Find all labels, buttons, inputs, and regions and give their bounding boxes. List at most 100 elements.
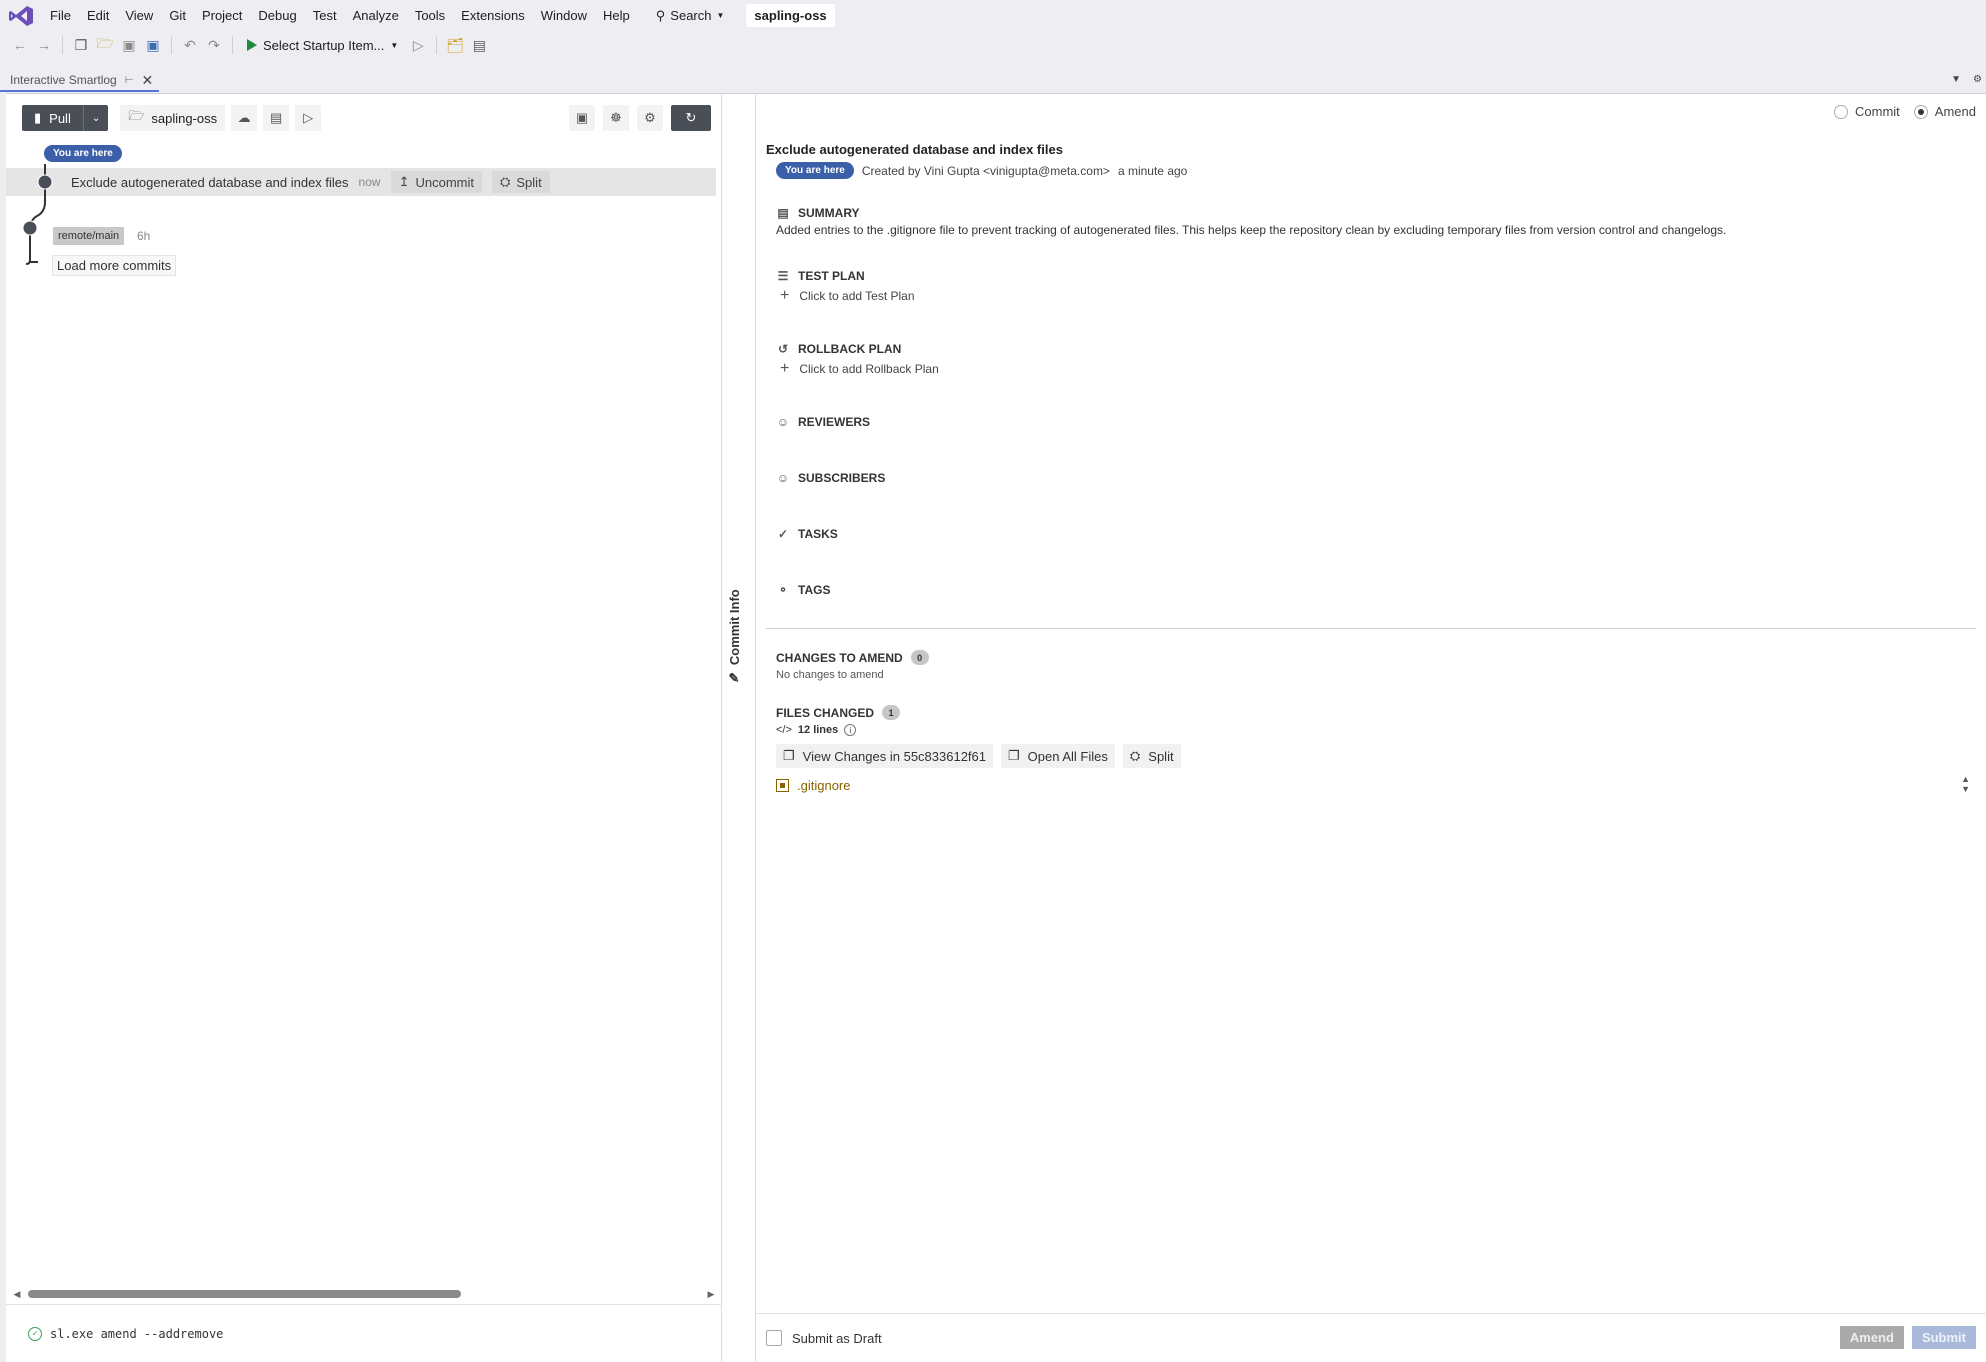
subscribers-section[interactable]: ☺ SUBSCRIBERS: [776, 471, 886, 485]
pull-button[interactable]: ▮ Pull: [22, 105, 84, 131]
new-project-icon[interactable]: ❐: [71, 35, 91, 55]
amend-button[interactable]: Amend: [1839, 1326, 1904, 1349]
run-button[interactable]: ▷: [295, 105, 322, 131]
changes-to-amend-section: CHANGES TO AMEND 0 No changes to amend: [776, 650, 929, 681]
tags-section[interactable]: ⚬ TAGS: [776, 583, 830, 597]
you-are-here-badge: You are here: [776, 162, 854, 179]
play-icon: [247, 39, 257, 51]
split-icon: ⛭: [499, 174, 511, 189]
commit-mode-radio[interactable]: Commit: [1834, 104, 1900, 119]
back-icon[interactable]: ←: [10, 35, 30, 55]
chevron-down-icon[interactable]: ▼: [1951, 74, 1961, 85]
startup-item-button[interactable]: Select Startup Item... ▼: [241, 38, 404, 53]
commit-info-tab[interactable]: ✎ Commit Info: [726, 589, 742, 685]
menu-view[interactable]: View: [117, 0, 161, 31]
repo-button[interactable]: 🗁 sapling-oss: [120, 105, 226, 131]
save-all-icon[interactable]: ▣: [143, 35, 163, 55]
menu-tools[interactable]: Tools: [407, 0, 453, 31]
commit-title[interactable]: Exclude autogenerated database and index…: [766, 142, 1063, 157]
start-without-debug-icon[interactable]: ▷: [408, 35, 428, 55]
submit-button[interactable]: Submit: [1911, 1326, 1976, 1349]
undo-icon[interactable]: ↶: [180, 35, 200, 55]
bug-button[interactable]: ☸: [603, 105, 629, 131]
checkbox[interactable]: [766, 1330, 782, 1346]
arrow-down-icon[interactable]: ▼: [1961, 784, 1970, 794]
menu-analyze[interactable]: Analyze: [345, 0, 407, 31]
radio-button-checked[interactable]: [1913, 104, 1928, 119]
close-icon[interactable]: ✕: [141, 72, 153, 89]
commit-graph: You are here Exclude autogenerated datab…: [6, 142, 721, 292]
files-heading: FILES CHANGED 1: [776, 705, 1181, 720]
scroll-left-icon[interactable]: ◀: [10, 1289, 24, 1300]
open-folder-icon[interactable]: 🗁: [95, 35, 115, 55]
file-name[interactable]: .gitignore: [797, 778, 850, 793]
pull-dropdown-button[interactable]: ⌄: [84, 105, 108, 131]
plus-icon: +: [780, 360, 790, 377]
fullscreen-button[interactable]: ▣: [569, 105, 595, 131]
folder-view-icon[interactable]: 🗂: [445, 35, 465, 55]
chevron-down-icon: ⌄: [91, 112, 101, 124]
menu-help[interactable]: Help: [595, 0, 638, 31]
uncommit-label: Uncommit: [415, 174, 474, 190]
refresh-button[interactable]: ↻: [671, 105, 711, 131]
menu-file[interactable]: File: [42, 0, 79, 31]
menu-extensions[interactable]: Extensions: [453, 0, 533, 31]
scroll-right-icon[interactable]: ▶: [704, 1289, 718, 1300]
document-tab-strip: Interactive Smartlog ⊢ ✕ ▼ ⚙: [0, 70, 1986, 92]
search-box[interactable]: ⚲ Search ▼: [648, 8, 733, 24]
plus-icon: +: [780, 287, 790, 304]
menu-edit[interactable]: Edit: [79, 0, 117, 31]
amend-mode-radio[interactable]: Amend: [1913, 104, 1976, 119]
horizontal-scrollbar[interactable]: ◀ ▶: [10, 1287, 718, 1301]
split-button[interactable]: ⛭ Split: [491, 171, 550, 193]
menu-debug[interactable]: Debug: [250, 0, 304, 31]
submit-as-draft-label: Submit as Draft: [792, 1330, 882, 1346]
side-drawer-tab[interactable]: ✎ Commit Info: [722, 94, 756, 1362]
menu-test[interactable]: Test: [305, 0, 345, 31]
add-rollback-plan-button[interactable]: + Click to add Rollback Plan: [776, 360, 939, 378]
changed-file-row[interactable]: .gitignore: [776, 778, 1181, 793]
check-circle-icon: ✓: [28, 1326, 42, 1341]
shelve-button[interactable]: ▤: [263, 105, 290, 131]
changes-heading-label: CHANGES TO AMEND: [776, 650, 903, 665]
scroll-track[interactable]: [24, 1290, 704, 1298]
save-icon[interactable]: ▣: [119, 35, 139, 55]
mode-selector: Commit Amend: [1834, 104, 1976, 119]
redo-icon[interactable]: ↷: [204, 35, 224, 55]
tasks-section[interactable]: ✓ TASKS: [776, 527, 838, 541]
toolbar-divider: [171, 36, 172, 54]
radio-button[interactable]: [1834, 104, 1849, 119]
info-icon[interactable]: i: [844, 724, 857, 736]
forward-icon[interactable]: →: [34, 35, 54, 55]
commit-row[interactable]: Exclude autogenerated database and index…: [6, 168, 716, 196]
open-all-files-button[interactable]: ❐ Open All Files: [1001, 744, 1115, 768]
split-button[interactable]: ⛭ Split: [1122, 744, 1181, 768]
submit-bar: Submit as Draft Amend Submit: [756, 1313, 1986, 1362]
commit-node: [37, 174, 53, 190]
summary-heading-label: SUMMARY: [798, 206, 860, 220]
graph-lines: [22, 164, 53, 265]
arrow-up-icon[interactable]: ▲: [1961, 774, 1970, 784]
pin-icon[interactable]: ⊢: [125, 75, 134, 86]
scroll-thumb[interactable]: [28, 1290, 461, 1298]
menu-project[interactable]: Project: [194, 0, 250, 31]
menu-bar: File Edit View Git Project Debug Test An…: [0, 0, 1986, 31]
toolbar: ← → ❐ 🗁 ▣ ▣ ↶ ↷ Select Startup Item... ▼…: [0, 31, 1986, 59]
cloud-sync-button[interactable]: ☁: [231, 105, 258, 131]
settings-button[interactable]: ⚙: [637, 105, 663, 131]
view-changes-button[interactable]: ❐ View Changes in 55c833612f61: [776, 744, 994, 768]
menu-window[interactable]: Window: [533, 0, 595, 31]
reviewers-section[interactable]: ☺ REVIEWERS: [776, 415, 870, 429]
add-test-plan-button[interactable]: + Click to add Test Plan: [776, 287, 915, 305]
file-actions: ❐ View Changes in 55c833612f61 ❐ Open Al…: [776, 744, 1181, 768]
chevron-down-icon: ▼: [390, 40, 399, 50]
file-nav-arrows[interactable]: ▲ ▼: [1961, 774, 1970, 794]
uncommit-button[interactable]: ↥ Uncommit: [390, 171, 482, 193]
summary-text[interactable]: Added entries to the .gitignore file to …: [776, 223, 1726, 237]
layout-icon[interactable]: ▤: [469, 35, 489, 55]
gear-icon[interactable]: ⚙: [1973, 74, 1982, 85]
commit-info-tab-label: Commit Info: [726, 589, 742, 666]
submit-as-draft-checkbox[interactable]: Submit as Draft: [766, 1330, 882, 1346]
tab-interactive-smartlog[interactable]: Interactive Smartlog ⊢ ✕: [0, 70, 160, 92]
menu-git[interactable]: Git: [161, 0, 194, 31]
